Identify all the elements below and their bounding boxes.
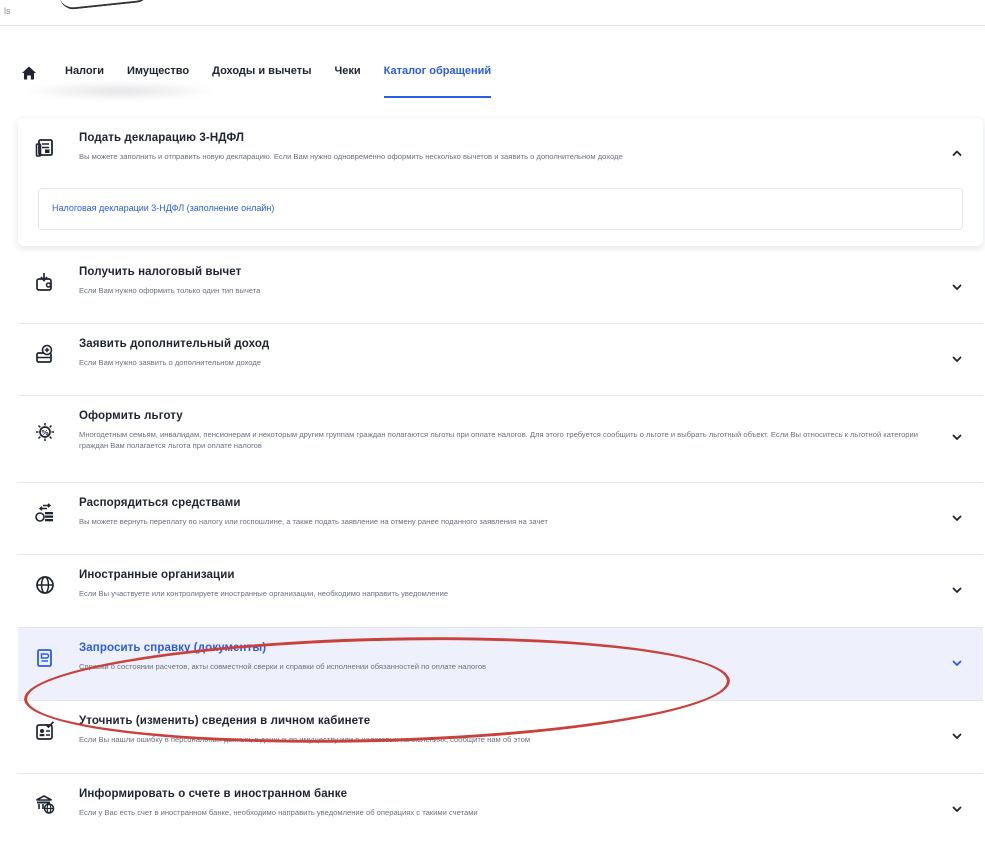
catalog-item-description: Если Вам нужно заявить о дополнительном … (79, 358, 262, 367)
chevron-down-icon[interactable] (951, 730, 963, 742)
certificate-icon (37, 649, 52, 667)
globe-icon (36, 576, 54, 594)
foreign-bank-icon (36, 795, 55, 814)
chevron-down-icon[interactable] (951, 803, 963, 815)
chevron-down-icon[interactable] (951, 657, 963, 669)
catalog-item-header[interactable]: Подать декларацию 3-НДФЛ Вы можете запол… (18, 118, 983, 188)
svg-text:%: % (41, 429, 48, 437)
declaration-online-link[interactable]: Налоговая декларации 3-НДФЛ (заполнение … (38, 188, 963, 230)
additional-income-icon (36, 344, 53, 363)
chevron-down-icon[interactable] (951, 584, 963, 596)
catalog-item-description: Если Вы нашли ошибку в персональных данн… (79, 735, 531, 744)
chevron-down-icon[interactable] (951, 281, 963, 293)
home-icon[interactable] (21, 65, 37, 81)
catalog-item-title: Запросить справку (документы) (79, 642, 267, 654)
catalog-item-foreign-bank[interactable]: Информировать о счете в иностранном банк… (18, 774, 983, 845)
declaration-icon (35, 139, 53, 157)
catalog-item-description: Вы можете заполнить и отправить новую де… (79, 152, 623, 161)
catalog-item-title: Иностранные организации (79, 569, 235, 581)
catalog-item-description: Многодетным семьям, инвалидам, пенсионер… (79, 430, 918, 450)
catalog-item-declaration-expanded: Подать декларацию 3-НДФЛ Вы можете запол… (18, 118, 983, 246)
chevron-up-icon[interactable] (951, 147, 963, 159)
catalog-item-additional-income[interactable]: Заявить дополнительный доход Если Вам ну… (18, 324, 983, 396)
catalog-item-request-certificate[interactable]: Запросить справку (документы) Справки о … (18, 628, 983, 701)
handwritten-stroke (59, 0, 151, 11)
chevron-down-icon[interactable] (951, 512, 963, 524)
catalog-item-benefit[interactable]: % Оформить льготу Многодетным семьям, ин… (18, 396, 983, 483)
tax-deduction-icon (36, 273, 52, 291)
catalog-item-description: Справки о состоянии расчетов, акты совме… (79, 662, 487, 671)
catalog-item-header[interactable]: Распорядиться средствами Вы можете верну… (18, 483, 983, 554)
catalog-item-header[interactable]: Заявить дополнительный доход Если Вам ну… (18, 324, 983, 395)
catalog-item-tax-deduction[interactable]: Получить налоговый вычет Если Вам нужно … (18, 252, 983, 324)
topbar-glyph: ls (4, 6, 11, 16)
catalog-item-header[interactable]: % Оформить льготу Многодетным семьям, ин… (18, 396, 983, 482)
funds-icon (35, 503, 53, 522)
profile-edit-icon (36, 721, 55, 740)
catalog-item-title: Распорядиться средствами (79, 497, 241, 509)
catalog-item-header[interactable]: Информировать о счете в иностранном банк… (18, 774, 983, 845)
catalog-item-title: Заявить дополнительный доход (79, 338, 270, 350)
catalog-item-description: Вы можете вернуть переплату по налогу ил… (79, 517, 548, 526)
chevron-down-icon[interactable] (951, 431, 963, 443)
chevron-down-icon[interactable] (951, 353, 963, 365)
main-nav: Налоги Имущество Доходы и вычеты Чеки Ка… (0, 56, 985, 100)
tab-requests-catalog[interactable]: Каталог обращений (383, 56, 492, 98)
catalog-item-header[interactable]: Получить налоговый вычет Если Вам нужно … (18, 252, 983, 323)
catalog-item-title: Уточнить (изменить) сведения в личном ка… (79, 715, 371, 727)
catalog-item-header[interactable]: Запросить справку (документы) Справки о … (18, 628, 983, 700)
browser-top-strip: ls (0, 0, 985, 26)
catalog-item-title: Подать декларацию 3-НДФЛ (79, 132, 245, 144)
tab-receipts[interactable]: Чеки (334, 56, 360, 96)
benefit-icon: % (36, 423, 54, 441)
catalog-item-foreign-organizations[interactable]: Иностранные организации Если Вы участвуе… (18, 555, 983, 628)
catalog-item-funds[interactable]: Распорядиться средствами Вы можете верну… (18, 483, 983, 555)
tab-income-deductions[interactable]: Доходы и вычеты (212, 56, 311, 96)
catalog-item-title: Получить налоговый вычет (79, 266, 242, 278)
catalog-item-header[interactable]: Иностранные организации Если Вы участвуе… (18, 555, 983, 627)
catalog-item-description: Если Вам нужно оформить только один тип … (79, 286, 261, 295)
catalog-item-title: Оформить льготу (79, 410, 183, 422)
catalog-item-header[interactable]: Уточнить (изменить) сведения в личном ка… (18, 701, 983, 773)
catalog-item-profile-edit[interactable]: Уточнить (изменить) сведения в личном ка… (18, 701, 983, 774)
catalog-item-title: Информировать о счете в иностранном банк… (79, 788, 348, 800)
requests-catalog: Подать декларацию 3-НДФЛ Вы можете запол… (18, 118, 983, 845)
catalog-item-description: Если Вы участвуете или контролируете ино… (79, 589, 449, 598)
blurred-area (20, 82, 220, 100)
catalog-item-description: Если у Вас есть счет в иностранном банке… (79, 808, 478, 817)
